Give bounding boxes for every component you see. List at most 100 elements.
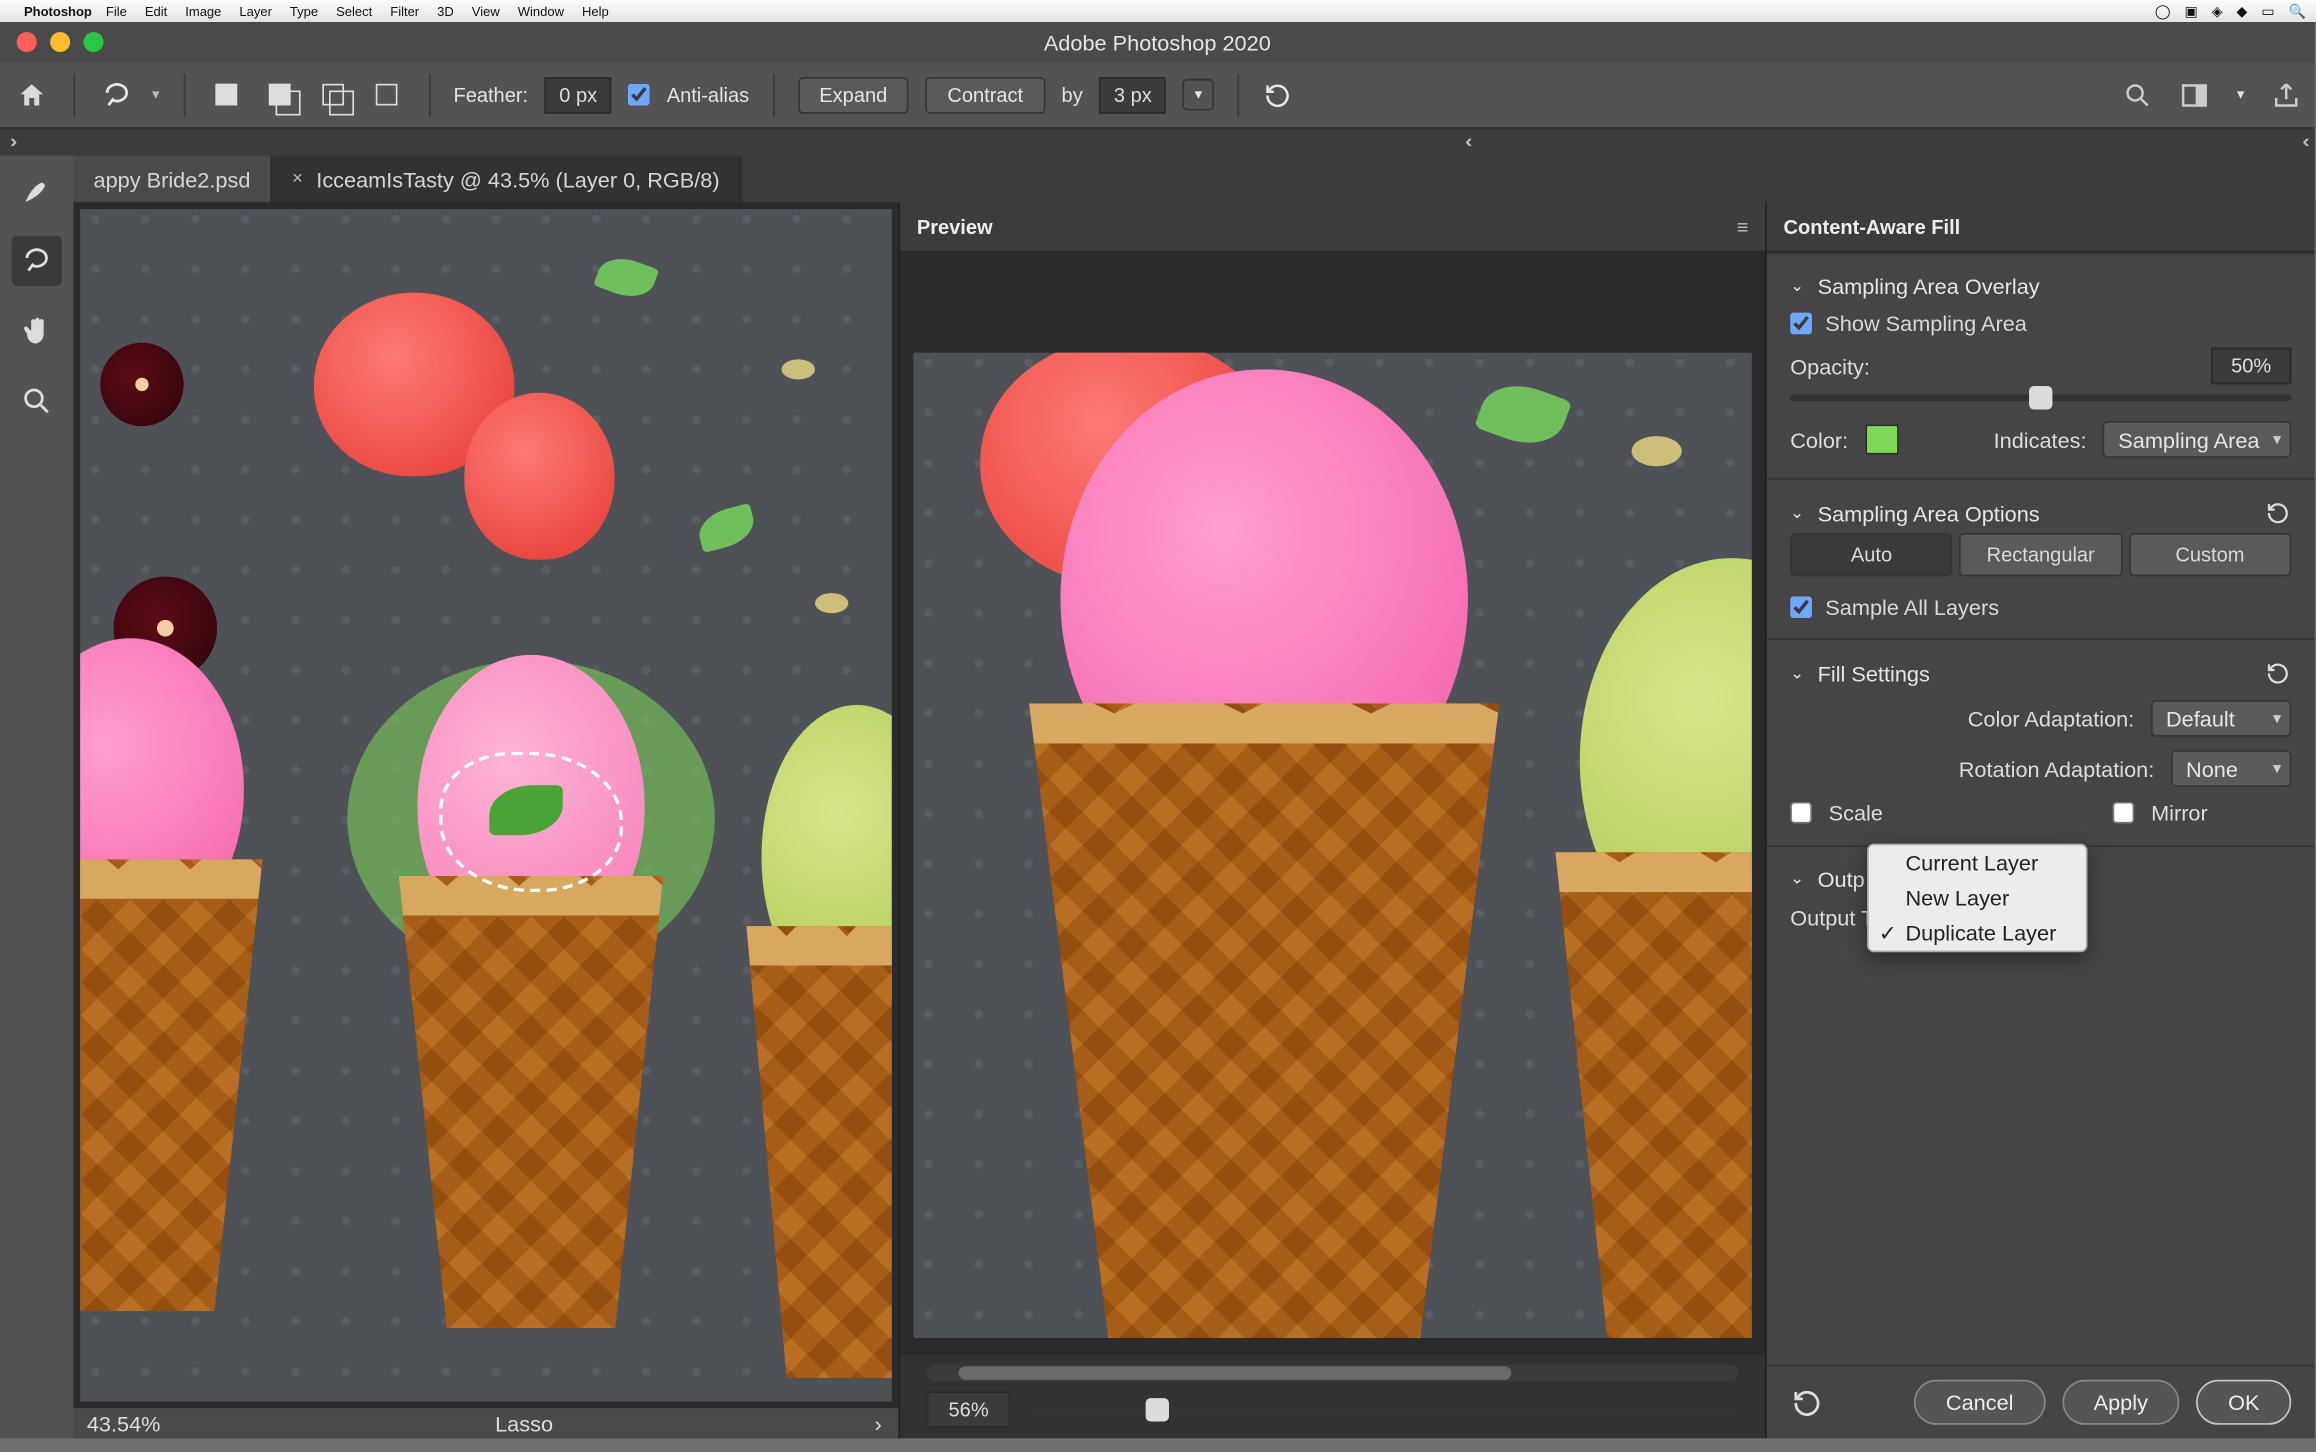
options-bar: ▾ Feather: Anti-alias Expand Contract by… xyxy=(0,62,2315,129)
rotation-adapt-label: Rotation Adaptation: xyxy=(1959,756,2155,781)
close-tab-icon[interactable]: × xyxy=(292,169,303,189)
current-tool-readout: Lasso xyxy=(190,1411,857,1436)
selection-subtract-icon[interactable] xyxy=(315,76,352,113)
menubar-icon-4[interactable]: ▭ xyxy=(2261,3,2274,20)
reset-all-icon[interactable] xyxy=(1790,1386,1823,1419)
menu-item-duplicate-layer[interactable]: Duplicate Layer xyxy=(1869,915,2087,950)
menu-image[interactable]: Image xyxy=(185,4,221,19)
overlay-color-swatch[interactable] xyxy=(1865,424,1898,454)
seg-rectangular[interactable]: Rectangular xyxy=(1959,533,2122,576)
antialias-label: Anti-alias xyxy=(667,83,749,106)
preview-canvas[interactable] xyxy=(900,252,1765,1354)
separator xyxy=(773,73,775,116)
doc-tab-active[interactable]: × IcceamIsTasty @ 43.5% (Layer 0, RGB/8) xyxy=(272,156,741,203)
window-titlebar: Adobe Photoshop 2020 xyxy=(0,22,2315,62)
preview-panel-header: Preview ≡ xyxy=(900,202,1765,252)
home-button[interactable] xyxy=(13,76,50,113)
sampling-brush-tool-icon[interactable] xyxy=(12,166,62,216)
reset-section-icon[interactable] xyxy=(2265,660,2292,687)
menubar-status-icons: ◯ ▣ ◈ ◆ ▭ 🔍 xyxy=(2155,3,2306,20)
search-icon[interactable] xyxy=(2123,80,2153,110)
selection-add-icon[interactable] xyxy=(261,76,298,113)
rotation-adapt-value: None xyxy=(2186,756,2238,781)
cc-cloud-icon[interactable]: ◯ xyxy=(2155,3,2171,20)
tool-dropdown-chevron-icon[interactable]: ▾ xyxy=(152,85,160,103)
photoshop-window: Adobe Photoshop 2020 ▾ Feather: Anti-ali… xyxy=(0,22,2315,1438)
doc-tab-inactive[interactable]: appy Bride2.psd xyxy=(73,156,272,203)
antialias-checkbox[interactable] xyxy=(628,84,650,106)
menu-item-new-layer[interactable]: New Layer xyxy=(1869,880,2087,915)
statusbar-chevron-icon[interactable]: › xyxy=(858,1411,899,1436)
mirror-checkbox[interactable] xyxy=(2113,802,2135,824)
menu-select[interactable]: Select xyxy=(336,4,372,19)
show-sampling-area-checkbox[interactable] xyxy=(1790,313,1812,335)
by-dropdown-chevron-icon[interactable]: ▾ xyxy=(1183,79,1214,111)
ok-button[interactable]: OK xyxy=(2196,1380,2291,1425)
window-close-button[interactable] xyxy=(17,32,37,52)
active-tool-lasso-icon[interactable] xyxy=(99,76,136,113)
preview-zoom-slider[interactable] xyxy=(1030,1406,1738,1413)
section-header[interactable]: ⌄ Fill Settings xyxy=(1790,653,2291,693)
collapse-mid-chevron-icon[interactable]: ‹‹ xyxy=(1465,132,1467,152)
lasso-tool-icon[interactable] xyxy=(12,236,62,286)
collapse-right-chevron-icon[interactable]: ‹‹ xyxy=(2302,132,2304,152)
pistachio-icon xyxy=(782,359,815,379)
panel-menu-icon[interactable]: ≡ xyxy=(1737,215,1749,238)
cancel-button[interactable]: Cancel xyxy=(1914,1380,2045,1425)
menu-type[interactable]: Type xyxy=(290,4,318,19)
menu-edit[interactable]: Edit xyxy=(145,4,167,19)
preview-hscrollbar[interactable] xyxy=(927,1365,1739,1382)
zoom-tool-icon[interactable] xyxy=(12,376,62,426)
by-input[interactable] xyxy=(1099,76,1166,113)
menu-filter[interactable]: Filter xyxy=(390,4,419,19)
color-adapt-label: Color Adaptation: xyxy=(1968,706,2135,731)
source-canvas[interactable] xyxy=(73,202,898,1408)
workspace-chevron-icon[interactable]: ▾ xyxy=(2237,85,2245,103)
menu-file[interactable]: File xyxy=(106,4,127,19)
panel-collapse-strip: ›› ‹‹ ‹‹ xyxy=(0,129,2315,156)
selection-new-icon[interactable] xyxy=(208,76,245,113)
expand-left-chevron-icon[interactable]: ›› xyxy=(10,132,12,152)
window-zoom-button[interactable] xyxy=(84,32,104,52)
sample-all-layers-checkbox[interactable] xyxy=(1790,596,1812,618)
window-minimize-button[interactable] xyxy=(50,32,70,52)
apply-button[interactable]: Apply xyxy=(2062,1380,2180,1425)
workspace-switcher-icon[interactable] xyxy=(2180,80,2210,110)
reset-tool-icon[interactable] xyxy=(1262,80,1292,110)
expand-button[interactable]: Expand xyxy=(798,76,909,113)
menu-3d[interactable]: 3D xyxy=(437,4,454,19)
preview-zoom-input[interactable] xyxy=(927,1391,1011,1428)
menu-window[interactable]: Window xyxy=(518,4,564,19)
indicates-select[interactable]: Sampling Area xyxy=(2103,421,2291,458)
section-sampling-options: ⌄ Sampling Area Options Auto Rectangular… xyxy=(1767,478,2315,638)
menubar-icon-1[interactable]: ▣ xyxy=(2185,3,2198,20)
reset-section-icon[interactable] xyxy=(2265,500,2292,527)
hand-tool-icon[interactable] xyxy=(12,306,62,356)
opacity-input[interactable] xyxy=(2211,348,2291,385)
menu-item-current-layer[interactable]: Current Layer xyxy=(1869,845,2087,880)
menubar-app-name[interactable]: Photoshop xyxy=(24,4,92,19)
scale-checkbox[interactable] xyxy=(1790,802,1812,824)
rotation-adapt-select[interactable]: None xyxy=(2171,750,2291,787)
zoom-readout[interactable]: 43.54% xyxy=(73,1411,190,1436)
menu-layer[interactable]: Layer xyxy=(239,4,272,19)
by-label: by xyxy=(1062,83,1083,106)
menubar-icon-3[interactable]: ◆ xyxy=(2237,3,2248,20)
selection-intersect-icon[interactable] xyxy=(368,76,405,113)
seg-auto[interactable]: Auto xyxy=(1790,533,1953,576)
menu-help[interactable]: Help xyxy=(582,4,609,19)
opacity-label: Opacity: xyxy=(1790,353,1870,378)
color-adapt-select[interactable]: Default xyxy=(2151,700,2291,737)
section-header[interactable]: ⌄ Sampling Area Options xyxy=(1790,493,2291,533)
feather-input[interactable] xyxy=(545,76,612,113)
section-header[interactable]: ⌄ Sampling Area Overlay xyxy=(1790,267,2291,305)
spotlight-icon[interactable]: 🔍 xyxy=(2289,3,2306,20)
seg-custom[interactable]: Custom xyxy=(2129,533,2292,576)
output-to-dropdown-menu: Current Layer New Layer Duplicate Layer xyxy=(1867,844,2088,953)
separator xyxy=(73,73,75,116)
mcafee-shield-icon[interactable]: ◈ xyxy=(2212,3,2223,20)
share-icon[interactable] xyxy=(2271,80,2301,110)
contract-button[interactable]: Contract xyxy=(926,76,1045,113)
menu-view[interactable]: View xyxy=(472,4,500,19)
opacity-slider[interactable] xyxy=(1790,394,2291,401)
